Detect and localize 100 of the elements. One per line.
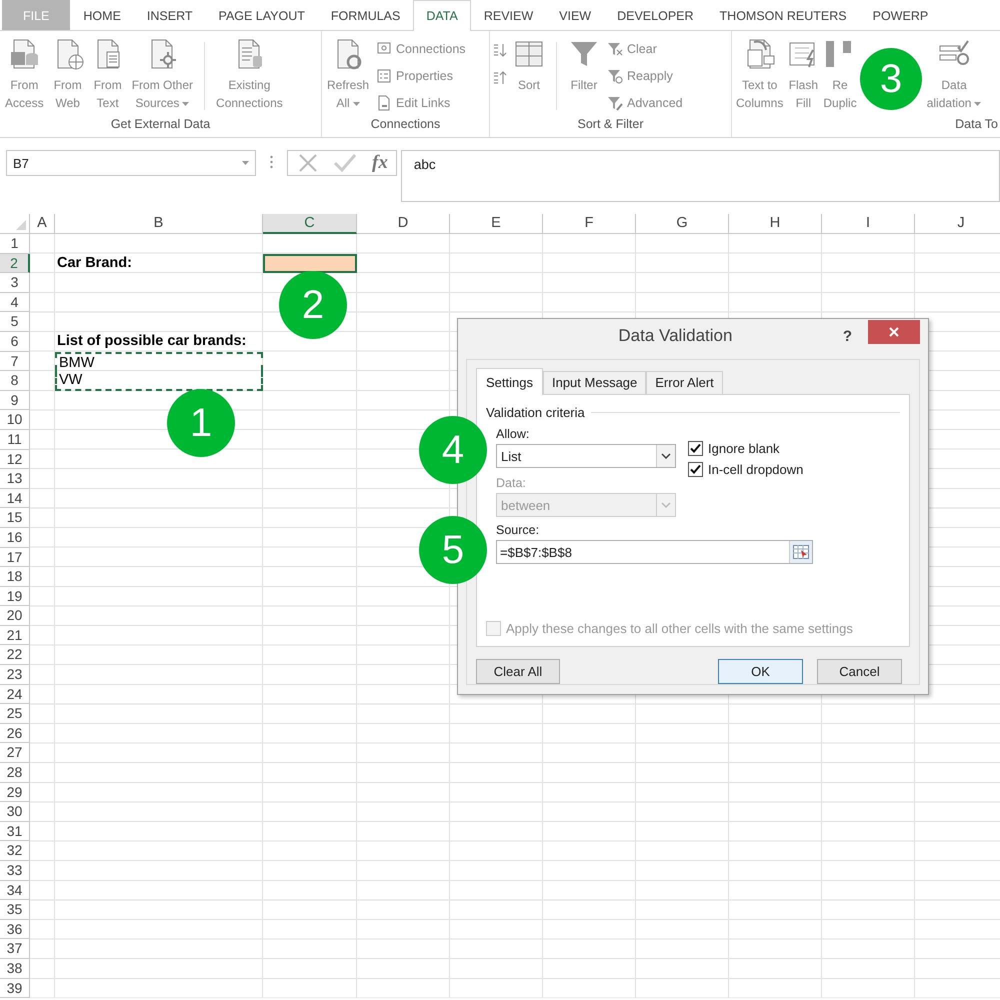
column-header[interactable]: C	[263, 214, 357, 234]
row-header[interactable]: 20	[0, 606, 30, 626]
checkbox-label[interactable]: Ignore blank	[708, 441, 780, 456]
row-header[interactable]: 2	[0, 254, 30, 274]
column-header[interactable]: J	[915, 214, 1000, 234]
row-header[interactable]: 22	[0, 645, 30, 666]
row-header[interactable]: 24	[0, 684, 30, 704]
ribbon-button[interactable]: Advanced	[605, 92, 685, 114]
row-header[interactable]: 19	[0, 586, 30, 606]
ribbon-tab[interactable]: POWERP	[860, 0, 942, 30]
column-header[interactable]: H	[729, 214, 822, 234]
ribbon-tab[interactable]: HOME	[70, 0, 134, 30]
row-header[interactable]: 9	[0, 390, 30, 410]
dialog-tab[interactable]: Error Alert	[646, 371, 723, 394]
row-header[interactable]: 12	[0, 450, 30, 470]
checkbox[interactable]	[688, 462, 703, 477]
ribbon-tab[interactable]: THOMSON REUTERS	[706, 0, 860, 30]
row-header[interactable]: 11	[0, 430, 30, 450]
row-header[interactable]: 14	[0, 488, 30, 508]
row-header[interactable]: 32	[0, 841, 30, 861]
close-button[interactable]	[868, 320, 920, 344]
row-header[interactable]: 37	[0, 939, 30, 959]
row-header[interactable]: 26	[0, 724, 30, 744]
ribbon-button[interactable]: From Text	[88, 36, 127, 114]
ribbon-tab[interactable]: REVIEW	[470, 0, 546, 30]
row-header[interactable]: 8	[0, 371, 30, 391]
ribbon-button[interactable]: Refresh All	[324, 36, 372, 114]
cancel-icon[interactable]	[298, 153, 318, 173]
ribbon-button[interactable]: From Web	[48, 36, 87, 114]
column-header[interactable]: I	[822, 214, 915, 234]
row-header[interactable]: 23	[0, 665, 30, 685]
row-header[interactable]: 21	[0, 626, 30, 646]
row-header[interactable]: 1	[0, 234, 30, 254]
checkbox-label[interactable]: In-cell dropdown	[708, 462, 804, 477]
row-header[interactable]: 15	[0, 508, 30, 528]
row-header[interactable]: 35	[0, 900, 30, 920]
ribbon-tab[interactable]: DATA	[413, 0, 471, 31]
insert-function-button[interactable]: fx	[372, 152, 388, 174]
row-header[interactable]: 28	[0, 763, 30, 783]
dialog-tab[interactable]: Input Message	[542, 371, 646, 394]
row-header[interactable]: 25	[0, 704, 30, 724]
formula-field[interactable]: abc	[400, 150, 1000, 202]
sort-descending-icon[interactable]	[492, 70, 508, 86]
row-header[interactable]: 13	[0, 469, 30, 489]
ribbon-button[interactable]: Reapply	[605, 65, 685, 87]
row-header[interactable]: 30	[0, 802, 30, 822]
row-header[interactable]: 33	[0, 861, 30, 881]
ribbon-button[interactable]: Properties	[374, 65, 468, 87]
column-header[interactable]: G	[636, 214, 729, 234]
ribbon-button[interactable]: Sort	[510, 36, 548, 96]
source-field[interactable]: =$B$7:$B$8	[496, 540, 813, 564]
ribbon-button[interactable]: Clear	[605, 38, 685, 60]
name-box[interactable]: B7	[6, 150, 256, 176]
dialog-tab[interactable]: Settings	[476, 368, 543, 395]
row-header[interactable]: 10	[0, 410, 30, 430]
row-header[interactable]: 4	[0, 292, 30, 312]
column-header[interactable]: A	[30, 214, 55, 234]
column-header[interactable]: E	[450, 214, 543, 234]
row-header[interactable]: 16	[0, 528, 30, 548]
ribbon-button[interactable]: From Access	[2, 36, 47, 114]
ribbon-button[interactable]: Text to Columns	[734, 36, 786, 114]
range-picker-icon[interactable]	[793, 545, 809, 559]
ribbon-button[interactable]: Filter	[565, 36, 603, 96]
selected-cell[interactable]	[263, 254, 357, 274]
column-header[interactable]: D	[357, 214, 450, 234]
ribbon-tab[interactable]: INSERT	[134, 0, 206, 30]
dialog-button[interactable]: Cancel	[817, 659, 902, 684]
row-header[interactable]: 7	[0, 352, 30, 372]
dialog-button[interactable]: Clear All	[476, 659, 560, 684]
row-header[interactable]: 27	[0, 743, 30, 764]
ribbon-tab[interactable]: VIEW	[546, 0, 604, 30]
row-header[interactable]: 34	[0, 880, 30, 900]
row-header[interactable]: 18	[0, 567, 30, 587]
ribbon-tab[interactable]: DEVELOPER	[604, 0, 707, 30]
row-header[interactable]: 3	[0, 273, 30, 293]
dialog-button[interactable]: OK	[718, 659, 803, 684]
sort-ascending-icon[interactable]	[492, 42, 508, 58]
column-header[interactable]: F	[543, 214, 636, 234]
row-header[interactable]: 5	[0, 312, 30, 332]
ribbon-tab[interactable]: PAGE LAYOUT	[206, 0, 318, 30]
checkbox[interactable]	[688, 441, 703, 456]
ribbon-button[interactable]: Data alidation	[924, 36, 984, 114]
ribbon-button[interactable]: Edit Links	[374, 92, 468, 114]
row-header[interactable]: 38	[0, 958, 30, 979]
row-header[interactable]: 17	[0, 548, 30, 568]
ribbon-tab[interactable]: FORMULAS	[318, 0, 414, 30]
ribbon-button[interactable]: Connections	[374, 38, 468, 60]
ribbon-button[interactable]: Re Duplic	[821, 36, 859, 114]
ribbon-button[interactable]: Flash Fill	[785, 36, 822, 114]
row-header[interactable]: 29	[0, 782, 30, 802]
allow-dropdown[interactable]: List	[496, 444, 676, 468]
ribbon-button[interactable]: Existing Connections	[213, 36, 286, 114]
column-header[interactable]: B	[55, 214, 263, 234]
row-header[interactable]: 6	[0, 332, 30, 352]
row-header[interactable]: 31	[0, 822, 30, 842]
check-icon[interactable]	[334, 154, 356, 172]
ribbon-button[interactable]: From Other Sources	[128, 36, 196, 114]
row-header[interactable]: 36	[0, 920, 30, 940]
help-button[interactable]: ?	[842, 328, 852, 344]
row-header[interactable]: 39	[0, 978, 30, 998]
